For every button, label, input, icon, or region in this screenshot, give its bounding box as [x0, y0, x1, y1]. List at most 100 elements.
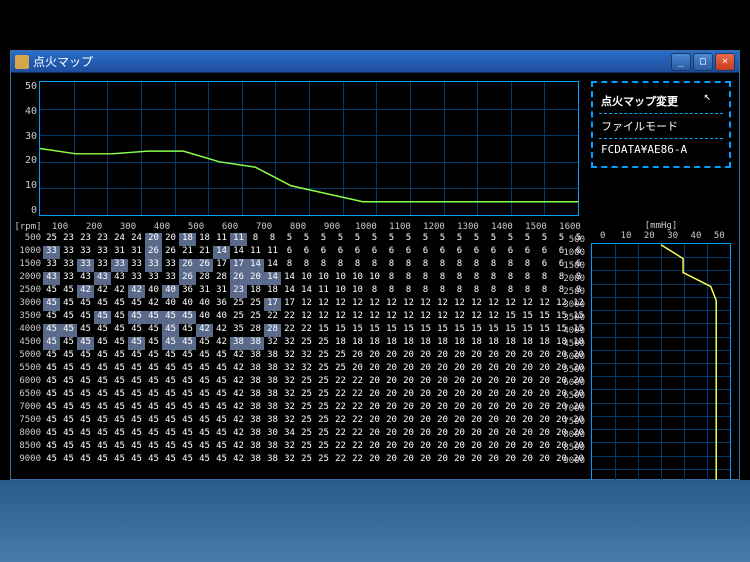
cell[interactable]: 11 — [230, 233, 247, 246]
cell[interactable]: 31 — [213, 285, 230, 298]
cell[interactable]: 45 — [145, 454, 162, 467]
cell[interactable]: 45 — [145, 389, 162, 402]
cell[interactable]: 33 — [43, 246, 60, 259]
cell[interactable]: 22 — [349, 389, 366, 402]
cell[interactable]: 6 — [536, 259, 553, 272]
cell[interactable]: 6 — [298, 246, 315, 259]
cell[interactable]: 18 — [536, 337, 553, 350]
cell[interactable]: 12 — [332, 311, 349, 324]
cell[interactable]: 45 — [43, 454, 60, 467]
cell[interactable]: 20 — [417, 454, 434, 467]
cell[interactable]: 45 — [162, 311, 179, 324]
cell[interactable]: 22 — [332, 402, 349, 415]
cell[interactable]: 38 — [264, 454, 281, 467]
cell[interactable]: 45 — [60, 337, 77, 350]
cell[interactable]: 20 — [400, 428, 417, 441]
cell[interactable]: 12 — [536, 298, 553, 311]
cell[interactable]: 23 — [77, 233, 94, 246]
cell[interactable]: 32 — [281, 363, 298, 376]
cell[interactable]: 22 — [349, 441, 366, 454]
cell[interactable]: 20 — [434, 441, 451, 454]
cell[interactable]: 12 — [366, 298, 383, 311]
cell[interactable]: 42 — [128, 285, 145, 298]
cell[interactable]: 42 — [230, 376, 247, 389]
cell[interactable]: 23 — [94, 233, 111, 246]
cell[interactable]: 20 — [366, 363, 383, 376]
cell[interactable]: 31 — [196, 285, 213, 298]
cell[interactable]: 45 — [162, 428, 179, 441]
cell[interactable]: 20 — [536, 415, 553, 428]
cell[interactable]: 42 — [230, 402, 247, 415]
cell[interactable]: 43 — [94, 272, 111, 285]
cell[interactable]: 45 — [145, 441, 162, 454]
cell[interactable]: 45 — [111, 428, 128, 441]
cell[interactable]: 45 — [179, 454, 196, 467]
cell[interactable]: 38 — [264, 389, 281, 402]
cell[interactable]: 42 — [77, 285, 94, 298]
cell[interactable]: 5 — [298, 233, 315, 246]
cell[interactable]: 45 — [60, 298, 77, 311]
cell[interactable]: 20 — [400, 363, 417, 376]
cell[interactable]: 12 — [366, 311, 383, 324]
cell[interactable]: 25 — [43, 233, 60, 246]
cell[interactable]: 20 — [519, 363, 536, 376]
cell[interactable]: 26 — [162, 246, 179, 259]
cell[interactable]: 11 — [213, 233, 230, 246]
cell[interactable]: 20 — [502, 454, 519, 467]
cell[interactable]: 8 — [468, 272, 485, 285]
cell[interactable]: 18 — [264, 285, 281, 298]
cell[interactable]: 45 — [77, 389, 94, 402]
cell[interactable]: 25 — [230, 311, 247, 324]
cell[interactable]: 23 — [230, 285, 247, 298]
cell[interactable]: 45 — [77, 402, 94, 415]
cell[interactable]: 20 — [502, 441, 519, 454]
cell[interactable]: 45 — [196, 389, 213, 402]
cell[interactable]: 25 — [315, 402, 332, 415]
cell[interactable]: 20 — [400, 441, 417, 454]
cell[interactable]: 20 — [485, 428, 502, 441]
cell[interactable]: 20 — [451, 415, 468, 428]
cell[interactable]: 20 — [536, 376, 553, 389]
cell[interactable]: 35 — [230, 324, 247, 337]
cell[interactable]: 45 — [179, 311, 196, 324]
cell[interactable]: 22 — [349, 428, 366, 441]
cell[interactable]: 8 — [264, 233, 281, 246]
cell[interactable]: 38 — [247, 441, 264, 454]
cell[interactable]: 12 — [468, 298, 485, 311]
cell[interactable]: 38 — [247, 402, 264, 415]
cell[interactable]: 12 — [383, 298, 400, 311]
cell[interactable]: 26 — [230, 272, 247, 285]
cell[interactable]: 45 — [94, 428, 111, 441]
cell[interactable]: 45 — [60, 324, 77, 337]
cell[interactable]: 18 — [179, 233, 196, 246]
cell[interactable]: 38 — [247, 415, 264, 428]
cell[interactable]: 10 — [298, 272, 315, 285]
cell[interactable]: 20 — [519, 350, 536, 363]
cell[interactable]: 45 — [60, 350, 77, 363]
cell[interactable]: 18 — [400, 337, 417, 350]
cell[interactable]: 45 — [43, 324, 60, 337]
cell[interactable]: 45 — [111, 454, 128, 467]
cell[interactable]: 14 — [264, 259, 281, 272]
cell[interactable]: 45 — [196, 363, 213, 376]
cell[interactable]: 20 — [434, 402, 451, 415]
cell[interactable]: 20 — [434, 376, 451, 389]
cell[interactable]: 20 — [519, 454, 536, 467]
cell[interactable]: 45 — [179, 337, 196, 350]
cell[interactable]: 45 — [128, 324, 145, 337]
cell[interactable]: 45 — [94, 389, 111, 402]
cell[interactable]: 20 — [519, 441, 536, 454]
cell[interactable]: 45 — [213, 363, 230, 376]
cell[interactable]: 45 — [162, 402, 179, 415]
cell[interactable]: 45 — [94, 415, 111, 428]
cell[interactable]: 20 — [366, 350, 383, 363]
cell[interactable]: 33 — [43, 259, 60, 272]
cell[interactable]: 24 — [128, 233, 145, 246]
cell[interactable]: 8 — [247, 233, 264, 246]
cell[interactable]: 8 — [519, 285, 536, 298]
cell[interactable]: 15 — [536, 324, 553, 337]
cell[interactable]: 33 — [145, 259, 162, 272]
cell[interactable]: 38 — [247, 376, 264, 389]
cell[interactable]: 18 — [485, 337, 502, 350]
cell[interactable]: 20 — [434, 454, 451, 467]
